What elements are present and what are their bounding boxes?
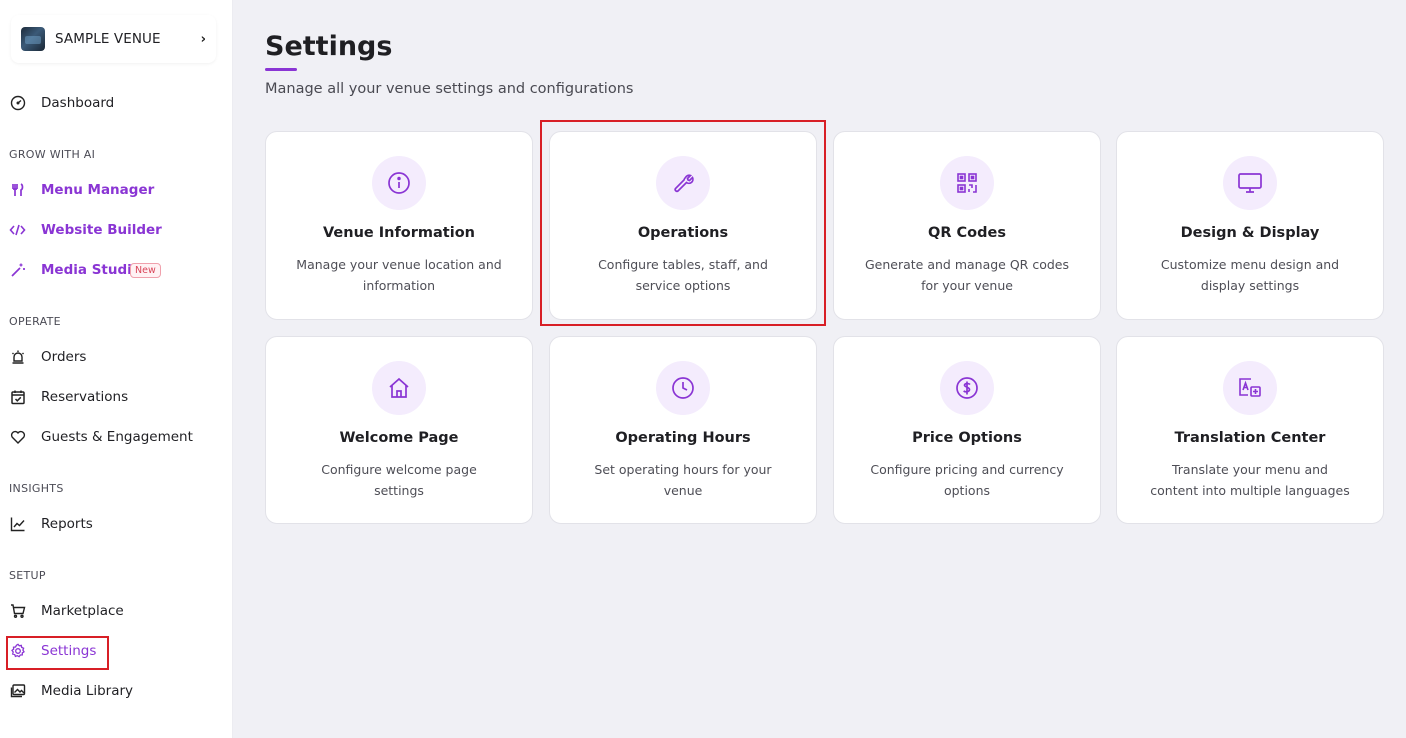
cart-icon <box>9 603 26 620</box>
card-description: Configure pricing and currency options <box>870 462 1064 498</box>
monitor-icon <box>1223 156 1277 210</box>
sidebar-item-dashboard[interactable]: Dashboard <box>0 87 233 119</box>
card-title: Translation Center <box>1174 430 1326 446</box>
sidebar-item-menu-manager[interactable]: Menu Manager <box>0 174 233 206</box>
sidebar-item-label: Menu Manager <box>41 182 155 198</box>
card-welcome-page[interactable]: Welcome Page Configure welcome page sett… <box>265 336 533 524</box>
sidebar-item-label: Website Builder <box>41 222 162 238</box>
sidebar-item-orders[interactable]: Orders <box>0 341 233 373</box>
venue-switcher[interactable]: SAMPLE VENUE › <box>11 15 216 63</box>
sidebar-item-media-studio[interactable]: Media Studio New <box>0 254 233 286</box>
sidebar-item-label: Reports <box>41 516 93 532</box>
gauge-icon <box>9 95 26 112</box>
info-icon <box>372 156 426 210</box>
new-badge: New <box>130 262 161 278</box>
card-operating-hours[interactable]: Operating Hours Set operating hours for … <box>549 336 817 524</box>
chevron-right-icon: › <box>200 31 206 47</box>
sidebar-item-website-builder[interactable]: Website Builder <box>0 214 233 246</box>
card-description: Manage your venue location and informati… <box>296 257 502 293</box>
magic-wand-icon <box>9 262 26 279</box>
calendar-check-icon <box>9 389 26 406</box>
translate-icon <box>1223 361 1277 415</box>
sidebar-item-label: Guests & Engagement <box>41 429 193 445</box>
sidebar-item-media-library[interactable]: Media Library <box>0 675 233 707</box>
images-icon <box>9 683 26 700</box>
card-title: Design & Display <box>1180 225 1320 241</box>
card-design-display[interactable]: Design & Display Customize menu design a… <box>1116 131 1384 320</box>
card-price-options[interactable]: Price Options Configure pricing and curr… <box>833 336 1101 524</box>
card-title: Operating Hours <box>615 430 751 446</box>
section-label-operate: OPERATE <box>9 315 61 328</box>
sidebar-item-label: Media Library <box>41 683 134 699</box>
card-title: Venue Information <box>322 225 475 241</box>
card-description: Generate and manage QR codes for your ve… <box>864 257 1070 293</box>
sidebar: SAMPLE VENUE › Dashboard GROW WITH AI Me… <box>0 0 233 738</box>
highlight-settings-box <box>6 636 109 670</box>
home-icon <box>372 361 426 415</box>
section-label-insights: INSIGHTS <box>9 482 64 495</box>
card-description: Set operating hours for your venue <box>594 462 772 498</box>
utensils-icon <box>9 182 26 199</box>
sidebar-item-label: Media Studio <box>41 262 142 278</box>
dollar-icon <box>940 361 994 415</box>
title-underline <box>265 68 297 71</box>
card-description: Translate your menu and content into mul… <box>1150 462 1350 498</box>
heart-icon <box>9 429 26 446</box>
sidebar-item-label: Marketplace <box>41 603 124 619</box>
sidebar-item-reports[interactable]: Reports <box>0 508 233 540</box>
bell-alarm-icon <box>9 349 26 366</box>
card-title: Welcome Page <box>339 430 459 446</box>
card-title: QR Codes <box>928 225 1006 241</box>
sidebar-item-guests[interactable]: Guests & Engagement <box>0 421 233 453</box>
page-title: Settings <box>265 31 393 62</box>
qr-code-icon <box>940 156 994 210</box>
line-chart-icon <box>9 516 26 533</box>
sidebar-item-label: Dashboard <box>41 95 115 111</box>
sidebar-item-label: Reservations <box>41 389 129 405</box>
card-translation-center[interactable]: Translation Center Translate your menu a… <box>1116 336 1384 524</box>
page-subtitle: Manage all your venue settings and confi… <box>265 81 634 97</box>
highlight-operations-box <box>540 120 826 326</box>
venue-name: SAMPLE VENUE <box>55 31 161 47</box>
clock-icon <box>656 361 710 415</box>
card-qr-codes[interactable]: QR Codes Generate and manage QR codes fo… <box>833 131 1101 320</box>
card-venue-information[interactable]: Venue Information Manage your venue loca… <box>265 131 533 320</box>
card-description: Customize menu design and display settin… <box>1160 257 1340 293</box>
card-title: Price Options <box>912 430 1022 446</box>
sidebar-item-reservations[interactable]: Reservations <box>0 381 233 413</box>
section-label-ai: GROW WITH AI <box>9 148 96 161</box>
card-description: Configure welcome page settings <box>321 462 477 498</box>
venue-thumbnail <box>21 27 45 51</box>
sidebar-item-label: Orders <box>41 349 87 365</box>
section-label-setup: SETUP <box>9 569 46 582</box>
sidebar-item-marketplace[interactable]: Marketplace <box>0 595 233 627</box>
code-icon <box>9 222 26 239</box>
